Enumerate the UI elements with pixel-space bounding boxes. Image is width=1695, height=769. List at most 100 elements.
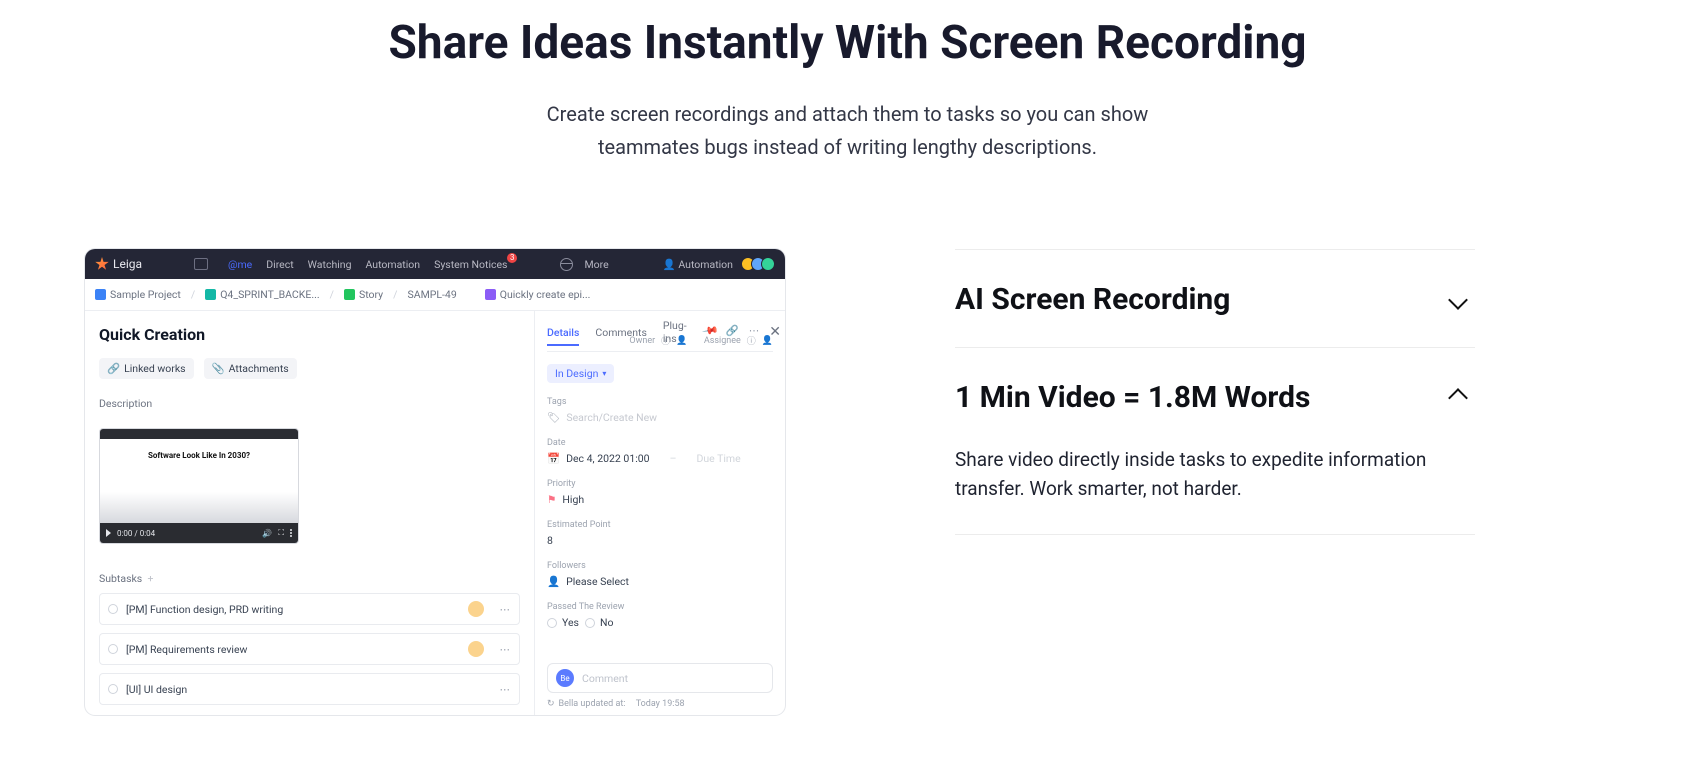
chevron-down-icon (1448, 290, 1468, 310)
status-chip[interactable]: In Design ▾ (547, 364, 614, 383)
video-controls[interactable]: 0:00 / 0:04 🔊 ⛶ (100, 523, 298, 543)
owner-label: Owner (629, 336, 655, 346)
accordion-toggle[interactable]: 1 Min Video = 1.8M Words (955, 348, 1475, 445)
topnav-automation-right[interactable]: 👤 Automation (663, 258, 733, 271)
topnav-watching[interactable]: Watching (308, 258, 352, 271)
subtask-radio[interactable] (108, 604, 118, 614)
assignee-empty[interactable] (468, 681, 484, 697)
accordion-title: AI Screen Recording (955, 282, 1230, 317)
tags-input[interactable]: Search/Create New (566, 411, 657, 424)
volume-icon[interactable]: 🔊 (262, 529, 272, 538)
topnav-atme[interactable]: @me (228, 258, 252, 271)
subtask-title: [UI] UI design (126, 683, 187, 696)
topnav-more[interactable]: More (585, 258, 609, 271)
story-icon (344, 289, 355, 300)
linked-works-chip[interactable]: 🔗 Linked works (99, 358, 194, 379)
add-subtask-button[interactable]: + (147, 572, 153, 585)
subtask-row[interactable]: [PM] Requirements review ⋯ (99, 633, 520, 665)
video-browser-chrome (100, 429, 298, 439)
video-more-icon[interactable] (290, 529, 292, 537)
video-page-headline: Software Look Like In 2030? (100, 439, 298, 471)
priority-value[interactable]: High (562, 493, 584, 506)
subtasks-label: Subtasks + (99, 572, 520, 585)
user-avatar: Be (556, 669, 574, 687)
subtask-title: [PM] Requirements review (126, 643, 247, 656)
topnav-direct[interactable]: Direct (266, 258, 293, 271)
info-icon[interactable]: ⓘ (747, 334, 756, 347)
epic-icon (485, 289, 496, 300)
feature-accordion: AI Screen Recording 1 Min Video = 1.8M W… (955, 249, 1475, 535)
subtask-more-icon[interactable]: ⋯ (500, 683, 512, 696)
sprint-icon (205, 289, 216, 300)
date-value[interactable]: Dec 4, 2022 01:00 (566, 452, 650, 465)
topnav-systemnotices-label: System Notices (434, 258, 507, 271)
description-label: Description (99, 397, 520, 410)
automation-right-label: Automation (678, 258, 733, 271)
subtask-title: [PM] Function design, PRD writing (126, 603, 283, 616)
app-topbar: Leiga @me Direct Watching Automation Sys… (85, 249, 785, 279)
comment-input[interactable]: Be Comment (547, 663, 773, 693)
topnav-systemnotices[interactable]: System Notices 3 (434, 258, 507, 271)
crumb-sample-project[interactable]: Sample Project (95, 288, 181, 301)
updated-row: ↻ Bella updated at: Today 19:58 (547, 699, 773, 709)
project-icon (95, 289, 106, 300)
video-page-body (100, 471, 298, 523)
subtask-row[interactable]: [PM] Function design, PRD writing ⋯ (99, 593, 520, 625)
history-icon[interactable]: ↻ (547, 699, 555, 709)
flag-icon: ⚑ (547, 493, 556, 506)
comment-placeholder: Comment (582, 672, 628, 685)
brand-label: Leiga (113, 257, 142, 271)
logo-star-icon (95, 257, 109, 271)
task-left-pane: Quick Creation 🔗 Linked works 📎 Attachme… (85, 311, 535, 715)
followers-input[interactable]: Please Select (566, 575, 629, 588)
accordion-item-1min-video: 1 Min Video = 1.8M Words Share video dir… (955, 347, 1475, 534)
crumb-epic[interactable]: Quickly create epi... (485, 288, 591, 301)
collapse-sidebar-icon[interactable] (194, 258, 208, 270)
accordion-body: Share video directly inside tasks to exp… (955, 445, 1475, 534)
accordion-title: 1 Min Video = 1.8M Words (955, 380, 1310, 415)
field-point: Estimated Point 8 (547, 520, 773, 547)
attachments-chip[interactable]: 📎 Attachments (204, 358, 297, 379)
video-time: 0:00 / 0:04 (117, 529, 155, 538)
due-dash: – (670, 452, 677, 465)
chevron-down-icon: ▾ (602, 369, 606, 378)
avatar-group[interactable] (745, 257, 775, 271)
tab-details[interactable]: Details (547, 326, 579, 346)
subtask-radio[interactable] (108, 644, 118, 654)
play-icon[interactable] (106, 529, 111, 537)
field-priority: Priority ⚑ High (547, 479, 773, 506)
review-yes-option[interactable]: Yes (547, 616, 579, 629)
subtask-more-icon[interactable]: ⋯ (500, 603, 512, 616)
person-icon[interactable]: 👤 (676, 336, 687, 346)
accordion-toggle[interactable]: AI Screen Recording (955, 250, 1475, 347)
due-time-label[interactable]: Due Time (696, 452, 740, 465)
globe-icon[interactable] (560, 258, 573, 271)
person-icon: 👤 (547, 575, 560, 588)
fullscreen-icon[interactable]: ⛶ (278, 528, 284, 538)
assignee-avatar[interactable] (468, 601, 484, 617)
video-attachment[interactable]: Software Look Like In 2030? 0:00 / 0:04 … (99, 428, 299, 544)
point-value[interactable]: 8 (547, 534, 553, 547)
app-mockup: Leiga @me Direct Watching Automation Sys… (85, 249, 785, 715)
chevron-up-icon (1448, 388, 1468, 408)
field-followers: Followers 👤 Please Select (547, 561, 773, 588)
task-right-pane: Details Comments Plug-ins 📌 🔗 ⋯ ✕ In Des… (535, 311, 785, 715)
crumb-story[interactable]: Story (344, 288, 383, 301)
assignee-avatar[interactable] (468, 641, 484, 657)
breadcrumb: Sample Project / Q4_SPRINT_BACKE... / St… (85, 279, 785, 311)
page-title: Share Ideas Instantly With Screen Record… (0, 16, 1695, 70)
info-icon[interactable]: ⓘ (661, 334, 670, 347)
person-icon[interactable]: 👤 (762, 336, 773, 346)
subtask-row[interactable]: [UI] UI design ⋯ (99, 673, 520, 705)
review-no-option[interactable]: No (585, 616, 613, 629)
tag-icon: 🏷 (547, 411, 560, 424)
notices-badge: 3 (507, 253, 518, 263)
crumb-sprint[interactable]: Q4_SPRINT_BACKE... (205, 288, 319, 301)
subtask-more-icon[interactable]: ⋯ (500, 643, 512, 656)
subtask-radio[interactable] (108, 684, 118, 694)
crumb-id[interactable]: SAMPL-49 (408, 288, 457, 301)
calendar-icon: 📅 (547, 452, 560, 465)
app-logo: Leiga (95, 257, 142, 271)
topnav-automation[interactable]: Automation (365, 258, 420, 271)
field-date: Date 📅 Dec 4, 2022 01:00 – Due Time (547, 438, 773, 465)
